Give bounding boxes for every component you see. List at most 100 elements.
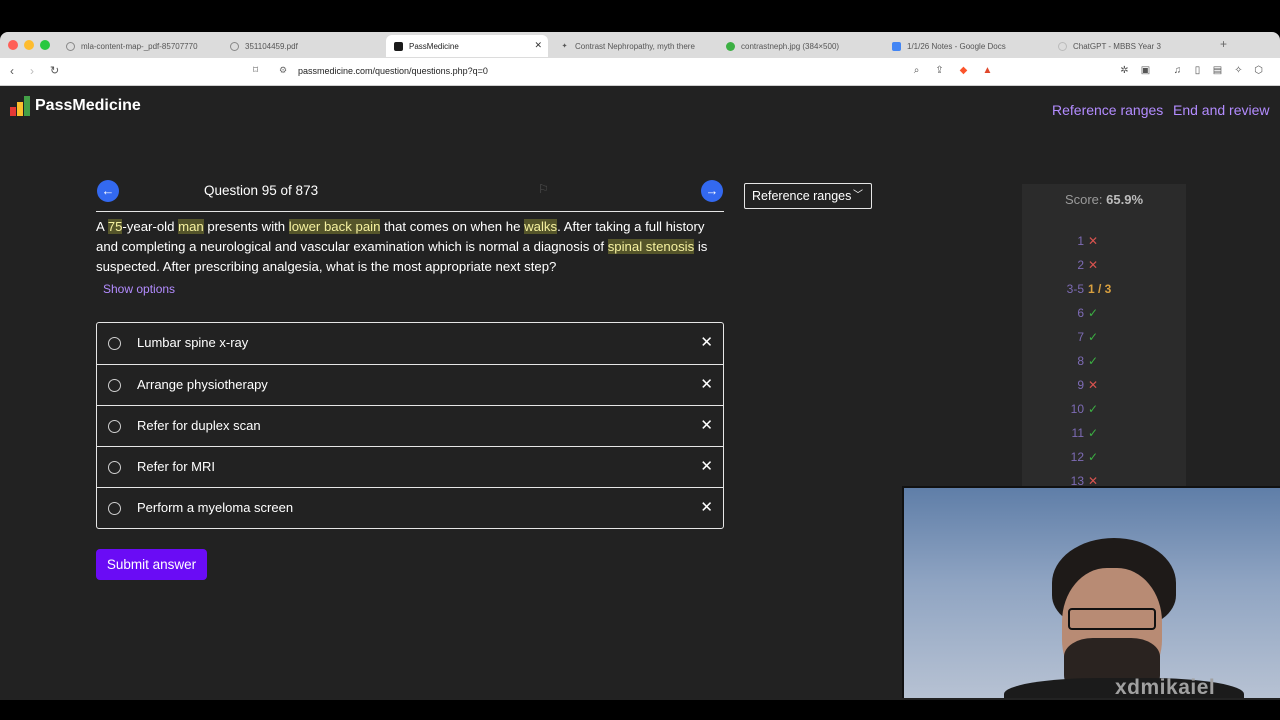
incorrect-cross-icon: ✕ xyxy=(1088,258,1099,272)
correct-check-icon: ✓ xyxy=(1088,306,1099,320)
passmedicine-logo[interactable]: PassMedicine xyxy=(10,96,141,116)
tab-bar: mla-content-map-_pdf-85707770 351104459.… xyxy=(0,32,1280,58)
score-summary: Score: 65.9% xyxy=(1064,192,1144,207)
radio-button[interactable] xyxy=(108,502,121,515)
flag-icon[interactable]: ⚐ xyxy=(538,182,549,196)
running-figure-icon: ✦ xyxy=(561,43,568,50)
score-row[interactable]: 3-5 1 / 3 xyxy=(1022,282,1186,302)
radio-button[interactable] xyxy=(108,337,121,350)
question-counter: Question 95 of 873 xyxy=(204,183,319,198)
minimize-window-icon[interactable] xyxy=(24,40,34,50)
score-row[interactable]: 11 ✓ xyxy=(1022,426,1186,446)
radio-button[interactable] xyxy=(108,461,121,474)
show-options-link[interactable]: Show options xyxy=(103,282,175,296)
logo-bars-icon xyxy=(10,96,31,116)
eliminate-option-icon[interactable]: ✕ xyxy=(700,457,713,475)
incorrect-cross-icon: ✕ xyxy=(1088,234,1099,248)
maximize-window-icon[interactable] xyxy=(40,40,50,50)
eliminate-option-icon[interactable]: ✕ xyxy=(700,333,713,351)
brave-shield-icon[interactable]: ◆ xyxy=(958,65,969,76)
score-row[interactable]: 6 ✓ xyxy=(1022,306,1186,326)
highlighted-text: lower back pain xyxy=(288,219,381,234)
leo-ai-icon[interactable]: ✧ xyxy=(1233,65,1244,76)
stem-text: A xyxy=(96,219,108,234)
score-row[interactable]: 12 ✓ xyxy=(1022,450,1186,470)
score-row[interactable]: 2 ✕ xyxy=(1022,258,1186,278)
new-tab-icon[interactable]: + xyxy=(1220,37,1227,51)
score-question-number: 2 xyxy=(1077,258,1084,272)
zoom-icon[interactable]: ⌕ xyxy=(911,65,922,76)
score-row[interactable]: 10 ✓ xyxy=(1022,402,1186,422)
end-and-review-link[interactable]: End and review xyxy=(1173,102,1270,118)
option-label: Perform a myeloma screen xyxy=(137,500,294,515)
bookmark-icon[interactable]: ⌑ xyxy=(253,65,258,76)
tab-chatgpt[interactable]: ChatGPT - MBBS Year 3 xyxy=(1050,35,1210,57)
brave-rewards-icon[interactable]: ▲ xyxy=(982,65,993,76)
score-panel: Score: 65.9% 1 ✕ 2 ✕ 3-5 1 / 3 6 ✓ 7 ✓ 8 ✓ 9 ✕ 10 ✓ 11 ✓ 1… xyxy=(1022,184,1186,514)
radio-button[interactable] xyxy=(108,379,121,392)
answer-option[interactable]: Refer for duplex scan ✕ xyxy=(97,405,723,446)
score-row[interactable]: 8 ✓ xyxy=(1022,354,1186,374)
watermark: xdmikaiel xyxy=(1115,676,1216,699)
score-row[interactable]: 1 ✕ xyxy=(1022,234,1186,254)
correct-check-icon: ✓ xyxy=(1088,354,1099,368)
tab-google-docs[interactable]: 1/1/26 Notes - Google Docs xyxy=(884,35,1044,57)
tab-contrastneph-image[interactable]: contrastneph.jpg (384×500) xyxy=(718,35,878,57)
score-question-number: 7 xyxy=(1077,330,1084,344)
sidebar-icon[interactable]: ▯ xyxy=(1192,65,1203,76)
answer-option[interactable]: Lumbar spine x-ray ✕ xyxy=(97,323,723,364)
vpn-icon[interactable]: ⬡ xyxy=(1253,65,1264,76)
chatgpt-icon xyxy=(1058,41,1067,51)
address-bar: ‹ › ↻ ⌑ ⚙ passmedicine.com/question/ques… xyxy=(0,58,1280,86)
highlighted-text: spinal stenosis xyxy=(607,239,695,254)
question-navigation: ← Question 95 of 873 ⚐ → xyxy=(96,180,724,212)
extensions-icon[interactable]: ✲ xyxy=(1119,65,1130,76)
reference-ranges-link[interactable]: Reference ranges xyxy=(1052,102,1163,118)
close-window-icon[interactable] xyxy=(8,40,18,50)
previous-question-button[interactable]: ← xyxy=(97,180,119,202)
tab-mla-content-map[interactable]: mla-content-map-_pdf-85707770 xyxy=(58,35,218,57)
answer-options: Lumbar spine x-ray ✕ Arrange physiothera… xyxy=(96,322,724,529)
screenshot-icon[interactable]: ▣ xyxy=(1140,65,1151,76)
radio-button[interactable] xyxy=(108,420,121,433)
url-field[interactable]: passmedicine.com/question/questions.php?… xyxy=(298,66,488,76)
reload-icon[interactable]: ↻ xyxy=(50,64,59,77)
correct-check-icon: ✓ xyxy=(1088,450,1099,464)
tab-contrast-nephropathy[interactable]: ✦ Contrast Nephropathy, myth there xyxy=(552,35,712,57)
tab-passmedicine[interactable]: PassMedicine ✕ xyxy=(386,35,548,57)
image-favicon-icon xyxy=(726,41,735,51)
answer-option[interactable]: Arrange physiotherapy ✕ xyxy=(97,364,723,405)
incorrect-cross-icon: ✕ xyxy=(1088,378,1099,392)
forward-icon[interactable]: › xyxy=(30,64,34,78)
chevron-down-icon: ﹀ xyxy=(853,190,863,201)
wallet-icon[interactable]: ▤ xyxy=(1212,65,1223,76)
tab-pdf[interactable]: 351104459.pdf xyxy=(222,35,382,57)
close-tab-icon[interactable]: ✕ xyxy=(534,40,542,51)
site-info-icon[interactable]: ⚙ xyxy=(279,65,287,76)
score-question-number: 6 xyxy=(1077,306,1084,320)
answer-option[interactable]: Perform a myeloma screen ✕ xyxy=(97,487,723,528)
submit-answer-button[interactable]: Submit answer xyxy=(96,549,207,580)
score-question-number: 9 xyxy=(1077,378,1084,392)
question-stem: A 75-year-old man presents with lower ba… xyxy=(96,217,724,277)
score-row[interactable]: 7 ✓ xyxy=(1022,330,1186,350)
share-icon[interactable]: ⇪ xyxy=(934,65,945,76)
stem-text: -year-old xyxy=(122,219,179,234)
stem-text: that comes on when he xyxy=(380,219,525,234)
back-icon[interactable]: ‹ xyxy=(10,64,14,78)
google-docs-icon xyxy=(892,41,901,51)
next-question-button[interactable]: → xyxy=(701,180,723,202)
person-glasses xyxy=(1068,608,1156,630)
score-row[interactable]: 9 ✕ xyxy=(1022,378,1186,398)
eliminate-option-icon[interactable]: ✕ xyxy=(700,498,713,516)
browser-window: mla-content-map-_pdf-85707770 351104459.… xyxy=(0,32,1280,700)
answer-option[interactable]: Refer for MRI ✕ xyxy=(97,446,723,487)
eliminate-option-icon[interactable]: ✕ xyxy=(700,375,713,393)
music-icon[interactable]: ♫ xyxy=(1172,65,1183,76)
globe-icon xyxy=(66,41,75,51)
reference-ranges-dropdown[interactable]: Reference ranges ﹀ xyxy=(744,183,872,209)
score-question-number: 10 xyxy=(1070,402,1084,416)
score-question-number: 1 xyxy=(1077,234,1084,248)
eliminate-option-icon[interactable]: ✕ xyxy=(700,416,713,434)
option-label: Refer for MRI xyxy=(137,459,216,474)
